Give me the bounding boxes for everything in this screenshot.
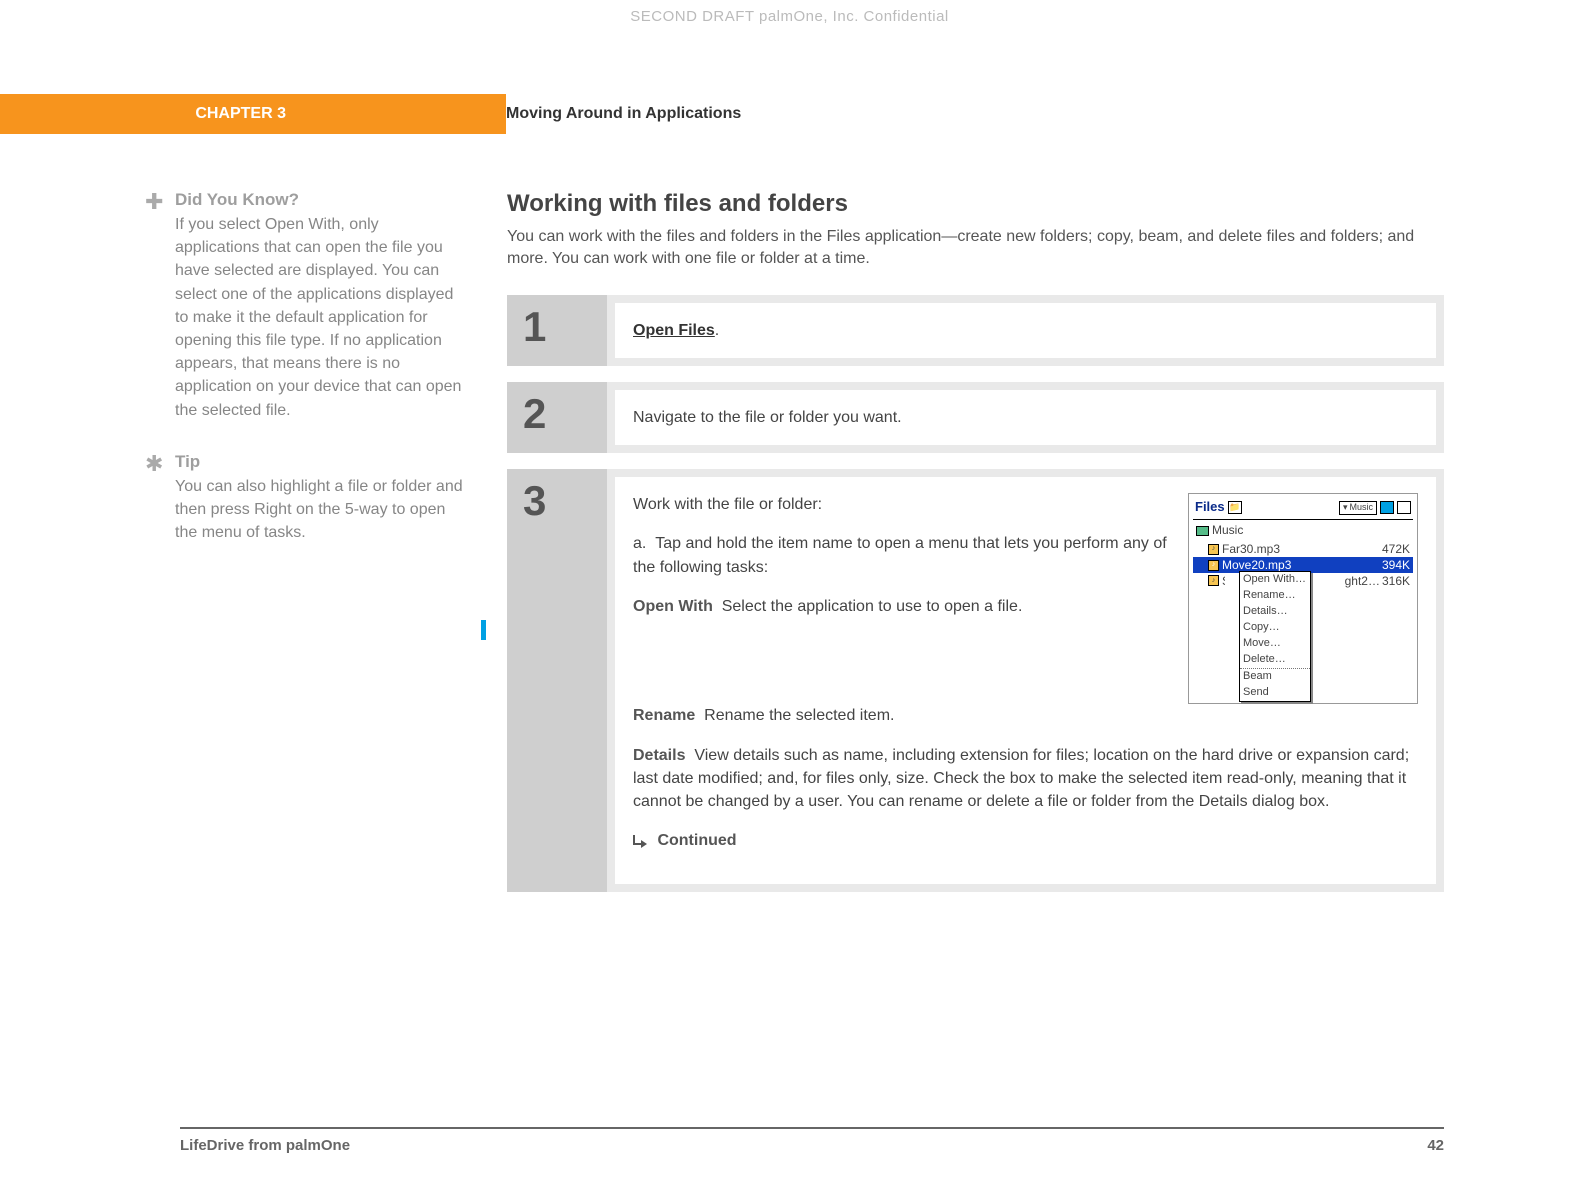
menu-details[interactable]: Details…: [1240, 604, 1310, 620]
menu-copy[interactable]: Copy…: [1240, 620, 1310, 636]
file-size: 394K: [1382, 557, 1410, 574]
step-number: 1: [507, 295, 607, 366]
context-menu[interactable]: Open With… Rename… Details… Copy… Move… …: [1239, 571, 1311, 702]
sidebar: ✚ Did You Know? If you select Open With,…: [145, 190, 495, 1118]
music-file-icon: ♪: [1208, 560, 1219, 571]
open-with-row: Open With Select the application to use …: [633, 595, 1174, 618]
continued-arrow-icon: [633, 833, 649, 849]
music-file-icon: ♪: [1208, 575, 1219, 586]
menu-send[interactable]: Send: [1240, 685, 1310, 701]
menu-open-with[interactable]: Open With…: [1240, 572, 1310, 588]
tip: ✱ Tip You can also highlight a file or f…: [145, 452, 465, 545]
step-body: Work with the file or folder: a. Tap and…: [615, 477, 1436, 884]
open-files-link[interactable]: Open Files: [633, 322, 715, 339]
steps: 1 Open Files. 2 Navigate to the file or …: [507, 295, 1444, 893]
menu-move[interactable]: Move…: [1240, 636, 1310, 652]
main-content: Working with files and folders You can w…: [495, 190, 1444, 1118]
files-title: Files: [1195, 498, 1225, 517]
view-toggle-2[interactable]: [1397, 501, 1411, 514]
open-with-label: Open With: [633, 598, 713, 615]
tip-title: Tip: [175, 452, 465, 472]
plus-icon: ✚: [145, 190, 169, 422]
rename-label: Rename: [633, 707, 695, 724]
did-you-know: ✚ Did You Know? If you select Open With,…: [145, 190, 465, 422]
section-intro: You can work with the files and folders …: [507, 226, 1444, 271]
footer-product: LifeDrive from palmOne: [180, 1137, 350, 1154]
sub-a-text: Tap and hold the item name to open a men…: [633, 535, 1167, 575]
step-1: 1 Open Files.: [507, 295, 1444, 366]
location-dropdown[interactable]: Music: [1339, 501, 1377, 515]
asterisk-icon: ✱: [145, 452, 169, 545]
view-toggle-1[interactable]: [1380, 501, 1394, 514]
page-body: ✚ Did You Know? If you select Open With,…: [145, 190, 1444, 1118]
change-bar: [481, 620, 486, 640]
dyk-text: If you select Open With, only applicatio…: [175, 213, 465, 422]
rename-row: Rename Rename the selected item.: [633, 704, 1418, 727]
step3-sub-a: a. Tap and hold the item name to open a …: [633, 532, 1174, 578]
rename-text: Rename the selected item.: [704, 707, 894, 724]
footer: LifeDrive from palmOne 42: [180, 1127, 1444, 1154]
menu-beam[interactable]: Beam: [1240, 668, 1310, 685]
music-file-icon: ♪: [1208, 544, 1219, 555]
file-size: 316K: [1382, 573, 1410, 589]
continued-label: Continued: [657, 832, 736, 849]
step-3: 3 Work with the file or folder: a. Tap a…: [507, 469, 1444, 892]
step3-lead: Work with the file or folder:: [633, 493, 1174, 516]
file-name: Far30.mp3: [1219, 541, 1382, 558]
menu-rename[interactable]: Rename…: [1240, 588, 1310, 604]
page-number: 42: [1427, 1137, 1444, 1154]
step-number: 2: [507, 382, 607, 453]
details-text: View details such as name, including ext…: [633, 747, 1409, 810]
file-row[interactable]: ♪ Far30.mp3 472K: [1193, 541, 1413, 557]
sub-a-label: a.: [633, 535, 646, 552]
details-label: Details: [633, 747, 685, 764]
punct: .: [715, 322, 719, 339]
page-title: Moving Around in Applications: [506, 94, 1579, 134]
step-body: Open Files.: [615, 303, 1436, 358]
step-body: Navigate to the file or folder you want.: [615, 390, 1436, 445]
menu-delete[interactable]: Delete…: [1240, 652, 1310, 668]
step-2: 2 Navigate to the file or folder you wan…: [507, 382, 1444, 453]
open-with-text: Select the application to use to open a …: [722, 598, 1023, 615]
tip-text: You can also highlight a file or folder …: [175, 475, 465, 545]
files-app-screenshot: Files 📁 Music Music: [1188, 493, 1418, 704]
folder-icon: [1196, 526, 1209, 536]
details-row: Details View details such as name, inclu…: [633, 744, 1418, 814]
dyk-title: Did You Know?: [175, 190, 465, 210]
header-band: CHAPTER 3 Moving Around in Applications: [0, 94, 1579, 134]
chapter-label: CHAPTER 3: [0, 94, 506, 134]
section-heading: Working with files and folders: [507, 190, 1444, 218]
confidential-watermark: SECOND DRAFT palmOne, Inc. Confidential: [630, 8, 949, 25]
crumb-label: Music: [1212, 522, 1243, 539]
breadcrumb: Music: [1193, 520, 1413, 541]
file-size: 472K: [1382, 541, 1410, 558]
step-number: 3: [507, 469, 607, 892]
continued: Continued: [633, 829, 1418, 852]
up-folder-icon[interactable]: 📁: [1228, 501, 1242, 514]
files-titlebar: Files 📁 Music: [1193, 498, 1413, 520]
